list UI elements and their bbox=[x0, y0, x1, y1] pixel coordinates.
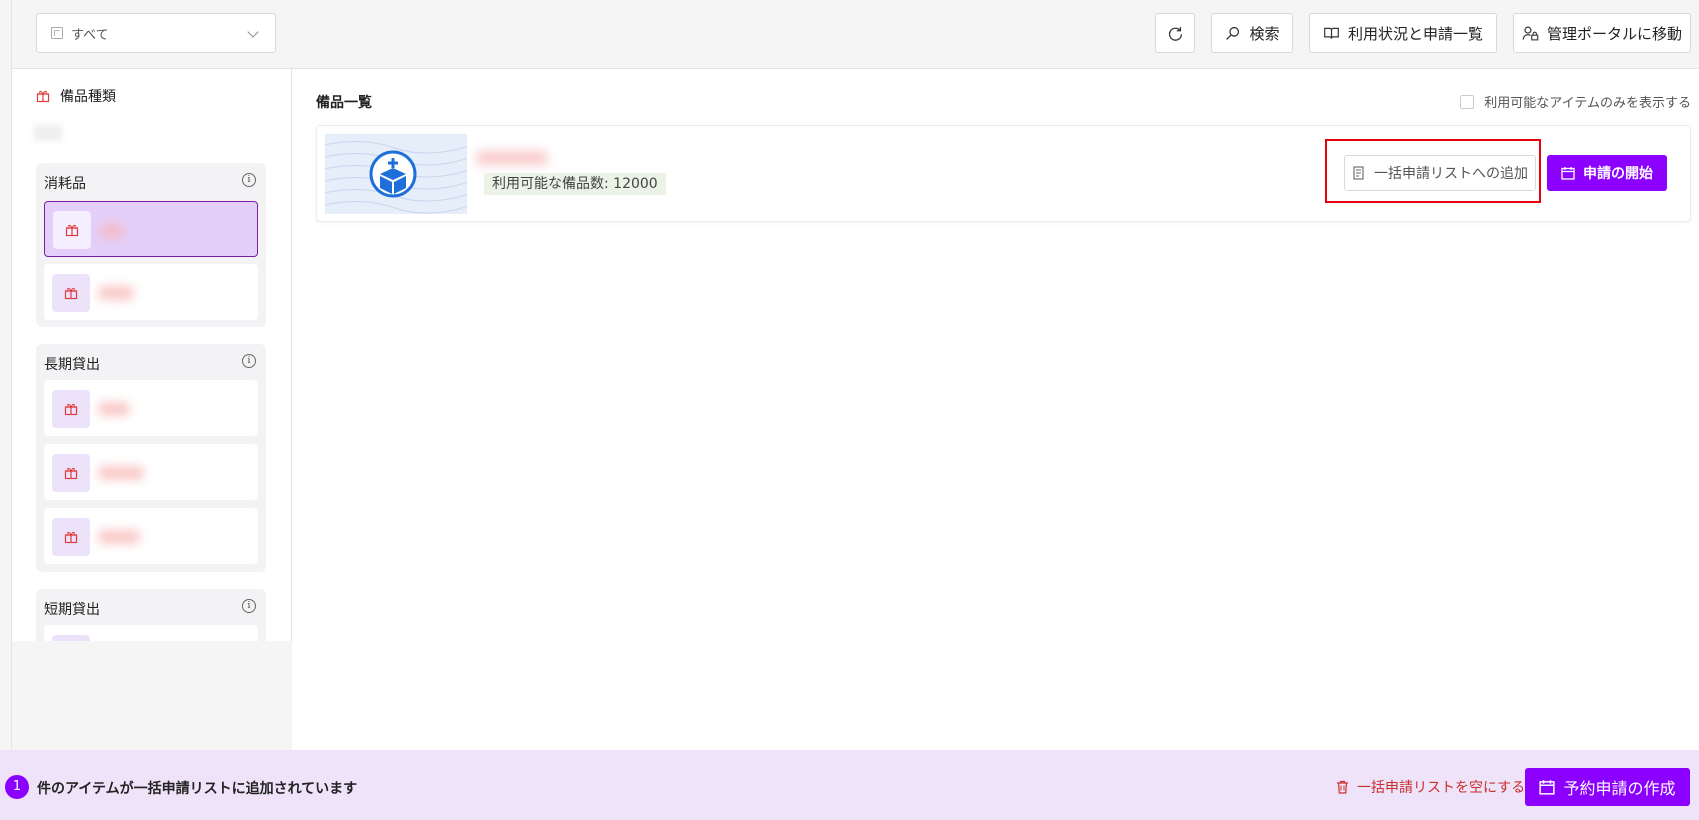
group-title: 長期貸出 bbox=[44, 357, 100, 373]
redacted-item-name bbox=[477, 151, 547, 165]
category-item-icon-box bbox=[52, 518, 90, 556]
calendar-icon bbox=[1561, 167, 1575, 180]
category-item[interactable] bbox=[44, 380, 258, 436]
refresh-button[interactable] bbox=[1155, 13, 1195, 53]
clear-bulk-list-button[interactable]: 一括申請リストを空にする bbox=[1336, 777, 1525, 797]
redacted-item-name bbox=[98, 286, 134, 300]
redacted-item-name bbox=[98, 530, 140, 544]
clear-button-label: 一括申請リストを空にする bbox=[1357, 780, 1526, 796]
gift-icon bbox=[65, 224, 79, 237]
available-only-checkbox[interactable] bbox=[1460, 94, 1475, 109]
redacted-item-name bbox=[99, 224, 125, 238]
add-button-label: 一括申請リストへの追加 bbox=[1374, 166, 1528, 182]
category-group-consumables: 消耗品 i bbox=[36, 163, 266, 327]
category-filter-select[interactable]: すべて bbox=[36, 13, 276, 53]
refresh-icon bbox=[1168, 26, 1182, 41]
trash-icon bbox=[1337, 780, 1348, 794]
usage-and-requests-button[interactable]: 利用状況と申請一覧 bbox=[1309, 13, 1497, 53]
category-item[interactable] bbox=[44, 201, 258, 257]
sidebar-header: 備品種類 bbox=[36, 86, 116, 106]
redacted-item-name bbox=[98, 402, 130, 416]
category-item[interactable] bbox=[44, 625, 258, 641]
create-reservation-button[interactable]: 予約申請の作成 bbox=[1525, 768, 1690, 806]
info-icon[interactable]: i bbox=[242, 173, 256, 187]
search-icon bbox=[1226, 26, 1240, 40]
category-item[interactable] bbox=[44, 508, 258, 564]
available-only-filter[interactable]: 利用可能なアイテムのみを表示する bbox=[1460, 92, 1691, 111]
redacted-text bbox=[34, 125, 62, 141]
calendar-icon bbox=[1539, 780, 1556, 795]
info-icon[interactable]: i bbox=[242, 599, 256, 613]
search-button-label: 検索 bbox=[1249, 24, 1280, 43]
left-edge-strip bbox=[0, 0, 12, 750]
item-thumbnail bbox=[325, 134, 467, 214]
user-lock-icon bbox=[1522, 26, 1539, 40]
category-item[interactable] bbox=[44, 444, 258, 500]
group-title: 消耗品 bbox=[44, 176, 86, 192]
add-to-bulk-list-button[interactable]: 一括申請リストへの追加 bbox=[1344, 155, 1536, 191]
sidebar-title: 備品種類 bbox=[60, 89, 116, 105]
category-group-long-term-loan: 長期貸出 i bbox=[36, 344, 266, 572]
category-item-icon-box bbox=[52, 454, 90, 492]
search-button[interactable]: 検索 bbox=[1211, 13, 1293, 53]
start-request-button[interactable]: 申請の開始 bbox=[1547, 155, 1667, 191]
category-item-icon-box bbox=[52, 635, 90, 641]
usage-button-label: 利用状況と申請一覧 bbox=[1347, 24, 1483, 43]
admin-button-label: 管理ポータルに移動 bbox=[1547, 24, 1683, 43]
list-add-icon bbox=[1353, 166, 1364, 180]
bulk-count-message: 件のアイテムが一括申請リストに追加されています bbox=[37, 781, 358, 797]
gift-icon bbox=[36, 90, 50, 103]
gift-icon bbox=[64, 287, 78, 300]
gift-icon bbox=[64, 467, 78, 480]
available-count-badge: 利用可能な備品数: 12000 bbox=[484, 173, 666, 195]
redacted-item-name bbox=[98, 466, 144, 480]
group-title: 短期貸出 bbox=[44, 602, 100, 618]
category-group-short-term-loan: 短期貸出 i bbox=[36, 589, 266, 641]
gift-icon bbox=[64, 531, 78, 544]
start-button-label: 申請の開始 bbox=[1583, 166, 1653, 182]
category-filter-value: すべて bbox=[71, 27, 109, 43]
category-item-icon-box bbox=[52, 274, 90, 312]
category-item-icon-box bbox=[53, 211, 91, 249]
category-item-icon-box bbox=[52, 390, 90, 428]
category-item[interactable] bbox=[44, 264, 258, 320]
page-title: 備品一覧 bbox=[316, 95, 372, 111]
book-icon bbox=[1324, 27, 1339, 39]
chevron-down-icon bbox=[247, 26, 259, 38]
medical-box-icon bbox=[325, 140, 467, 214]
create-button-label: 予約申請の作成 bbox=[1563, 779, 1676, 798]
admin-portal-button[interactable]: 管理ポータルに移動 bbox=[1513, 13, 1691, 53]
category-sidebar: 備品種類 消耗品 i 長期貸出 i 短期貸出 i bbox=[12, 69, 292, 641]
building-icon bbox=[51, 27, 63, 39]
info-icon[interactable]: i bbox=[242, 354, 256, 368]
top-bar: すべて 検索 利用状況と申請一覧 管理ポータルに移動 bbox=[12, 0, 1699, 69]
available-only-label: 利用可能なアイテムのみを表示する bbox=[1484, 96, 1691, 111]
bulk-count-badge: 1 bbox=[5, 775, 29, 799]
gift-icon bbox=[64, 403, 78, 416]
